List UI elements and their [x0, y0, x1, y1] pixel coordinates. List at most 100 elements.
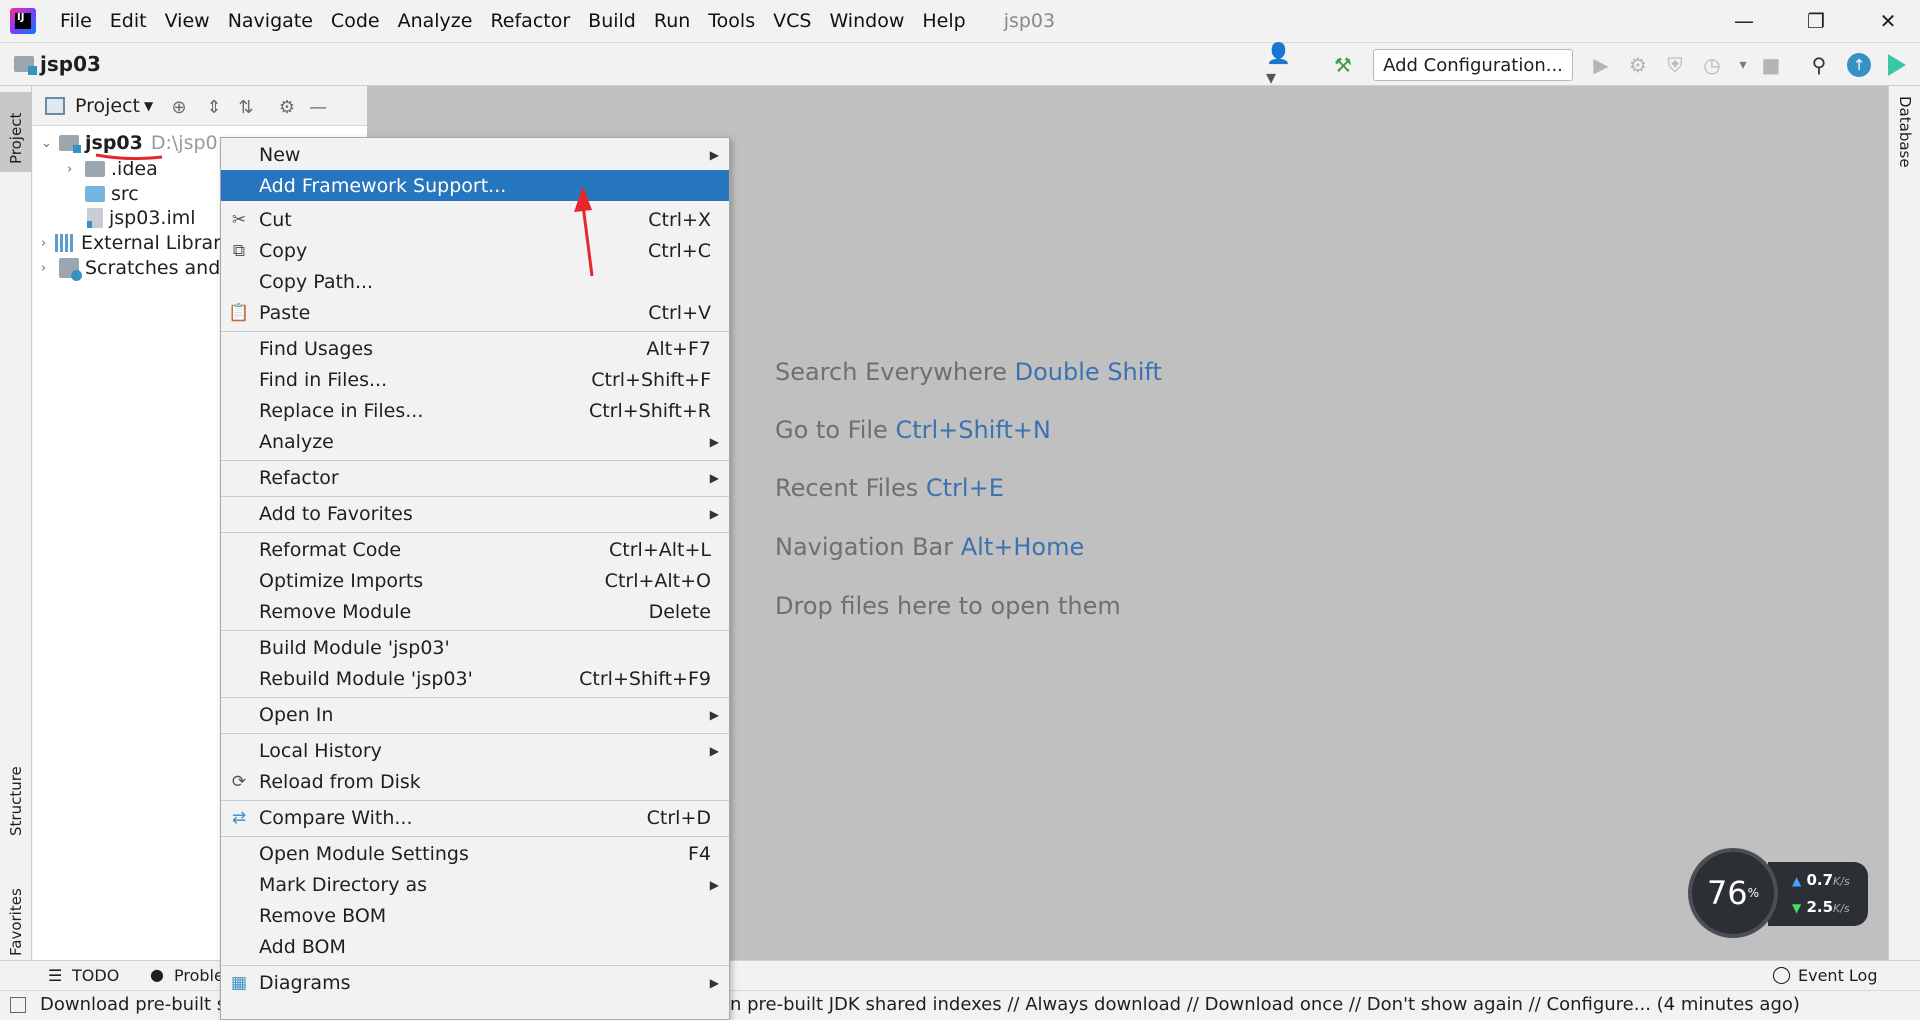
chevron-right-icon[interactable]: ›: [41, 236, 55, 251]
favorites-tool-tab[interactable]: Favorites: [0, 846, 32, 956]
menu-item-diagrams[interactable]: ▦ Diagrams ▶: [221, 967, 729, 998]
menu-item-add-to-favorites[interactable]: Add to Favorites ▶: [221, 498, 729, 529]
menu-item-open-in[interactable]: Open In ▶: [221, 699, 729, 730]
submenu-arrow-icon: ▶: [709, 707, 719, 722]
run-icon[interactable]: ▶: [1588, 52, 1614, 78]
tree-item-label: .idea: [111, 158, 158, 180]
hint-navigation-bar: Navigation Bar Alt+Home: [775, 533, 1085, 561]
menu-navigate[interactable]: Navigate: [228, 10, 313, 32]
menu-item-new[interactable]: New ▶: [221, 139, 729, 170]
menu-item-reformat-code[interactable]: Reformat Code Ctrl+Alt+L: [221, 534, 729, 565]
favorites-tab-label: Favorites: [7, 888, 25, 956]
network-rates: ▲ 0.7K/s ▼ 2.5K/s: [1768, 862, 1868, 926]
menu-item-add-bom[interactable]: Add BOM: [221, 931, 729, 962]
menu-item-refactor[interactable]: Refactor ▶: [221, 462, 729, 493]
menu-item-local-history[interactable]: Local History ▶: [221, 735, 729, 766]
todo-tab[interactable]: TODO: [72, 966, 119, 985]
menu-separator: [221, 630, 729, 631]
structure-tab-label: Structure: [7, 766, 25, 836]
tree-item-label: jsp03.iml: [109, 207, 196, 229]
code-with-me-icon[interactable]: [1884, 52, 1910, 78]
gear-icon[interactable]: ⚙: [274, 94, 300, 120]
cpu-percent: 76: [1706, 874, 1748, 912]
status-message[interactable]: n pre-built JDK shared indexes // Always…: [730, 994, 1800, 1015]
chevron-down-icon[interactable]: ⌄: [41, 136, 59, 151]
download-arrow-icon: ▼: [1792, 901, 1802, 915]
menu-item-rebuild-module[interactable]: Rebuild Module 'jsp03' Ctrl+Shift+F9: [221, 663, 729, 694]
hint-go-to-file: Go to File Ctrl+Shift+N: [775, 416, 1051, 444]
structure-tool-tab[interactable]: Structure: [0, 716, 32, 836]
menu-refactor[interactable]: Refactor: [490, 10, 570, 32]
close-icon[interactable]: ✕: [1868, 6, 1908, 36]
build-hammer-icon[interactable]: ⚒: [1330, 52, 1356, 78]
chevron-right-icon[interactable]: ›: [67, 162, 85, 177]
menu-tools[interactable]: Tools: [708, 10, 755, 32]
menu-item-replace-in-files[interactable]: Replace in Files... Ctrl+Shift+R: [221, 395, 729, 426]
stop-icon[interactable]: ■: [1758, 52, 1784, 78]
submenu-arrow-icon: ▶: [709, 743, 719, 758]
menu-item-find-usages[interactable]: Find Usages Alt+F7: [221, 333, 729, 364]
project-view-icon: [45, 97, 65, 115]
menu-analyze[interactable]: Analyze: [398, 10, 473, 32]
menu-build[interactable]: Build: [588, 10, 636, 32]
update-icon[interactable]: ↑: [1846, 52, 1872, 78]
menu-code[interactable]: Code: [331, 10, 380, 32]
tree-item-label: External Librar: [80, 232, 221, 254]
problems-tab[interactable]: Proble: [174, 966, 224, 985]
menu-item-compare-with[interactable]: ⇄ Compare With... Ctrl+D: [221, 802, 729, 833]
menu-item-optimize-imports[interactable]: Optimize Imports Ctrl+Alt+O: [221, 565, 729, 596]
collapse-all-icon[interactable]: ⇅: [233, 94, 259, 120]
menu-help[interactable]: Help: [922, 10, 965, 32]
minimize-icon[interactable]: —: [1724, 6, 1764, 36]
status-toggle-icon[interactable]: [10, 997, 26, 1013]
user-icon[interactable]: 👤▾: [1266, 41, 1292, 89]
hide-icon[interactable]: —: [305, 94, 331, 120]
menu-run[interactable]: Run: [654, 10, 690, 32]
expand-all-icon[interactable]: ⇕: [201, 94, 227, 120]
menu-item-copy[interactable]: ⧉ Copy Ctrl+C: [221, 235, 729, 266]
menu-item-paste[interactable]: 📋 Paste Ctrl+V: [221, 297, 729, 328]
menu-item-copy-path[interactable]: Copy Path...: [221, 266, 729, 297]
upload-arrow-icon: ▲: [1792, 874, 1802, 888]
menu-item-analyze[interactable]: Analyze ▶: [221, 426, 729, 457]
database-tool-tab[interactable]: Database: [1889, 96, 1920, 206]
menu-item-open-module-settings[interactable]: Open Module Settings F4: [221, 838, 729, 869]
menu-file[interactable]: File: [60, 10, 92, 32]
menu-item-reload-from-disk[interactable]: ⟳ Reload from Disk: [221, 766, 729, 797]
menu-item-find-in-files[interactable]: Find in Files... Ctrl+Shift+F: [221, 364, 729, 395]
menu-item-mark-directory-as[interactable]: Mark Directory as ▶: [221, 869, 729, 900]
menu-window[interactable]: Window: [829, 10, 904, 32]
menu-separator: [221, 460, 729, 461]
locate-icon[interactable]: ⊕: [166, 94, 192, 120]
menu-edit[interactable]: Edit: [110, 10, 147, 32]
status-message-left[interactable]: Download pre-built s: [40, 994, 226, 1015]
search-icon[interactable]: ⚲: [1806, 52, 1832, 78]
event-log-tab[interactable]: Event Log: [1798, 966, 1878, 985]
menu-view[interactable]: View: [165, 10, 210, 32]
todo-list-icon: ☰: [48, 966, 63, 985]
copy-icon: ⧉: [232, 241, 246, 261]
menu-item-add-framework-support[interactable]: Add Framework Support...: [221, 170, 729, 201]
restore-icon[interactable]: ❐: [1796, 6, 1836, 36]
coverage-icon[interactable]: ⛨: [1662, 52, 1688, 78]
tree-item-scratches[interactable]: › Scratches and: [41, 253, 221, 283]
debug-icon[interactable]: ⚙: [1625, 52, 1651, 78]
chevron-right-icon[interactable]: ›: [41, 261, 59, 276]
menu-item-remove-module[interactable]: Remove Module Delete: [221, 596, 729, 627]
project-tool-tab[interactable]: Project: [0, 92, 32, 172]
add-configuration-button[interactable]: Add Configuration...: [1373, 49, 1573, 81]
chevron-down-icon[interactable]: ▼: [144, 99, 153, 113]
module-folder-icon: [14, 56, 37, 75]
menu-bar: File Edit View Navigate Code Analyze Ref…: [0, 0, 1920, 42]
profile-icon[interactable]: ◷: [1699, 52, 1725, 78]
more-run-options-chevron-icon[interactable]: ▾: [1730, 52, 1756, 78]
upload-rate: ▲ 0.7K/s: [1792, 871, 1850, 889]
menu-vcs[interactable]: VCS: [773, 10, 811, 32]
menu-item-remove-bom[interactable]: Remove BOM: [221, 900, 729, 931]
menu-item-build-module[interactable]: Build Module 'jsp03': [221, 632, 729, 663]
project-view-selector[interactable]: Project: [75, 95, 140, 117]
tree-item-label: Scratches and: [85, 257, 221, 279]
breadcrumb-project[interactable]: jsp03: [40, 52, 101, 76]
right-tool-strip: Database: [1888, 86, 1920, 960]
menu-item-cut[interactable]: ✂ Cut Ctrl+X: [221, 204, 729, 235]
